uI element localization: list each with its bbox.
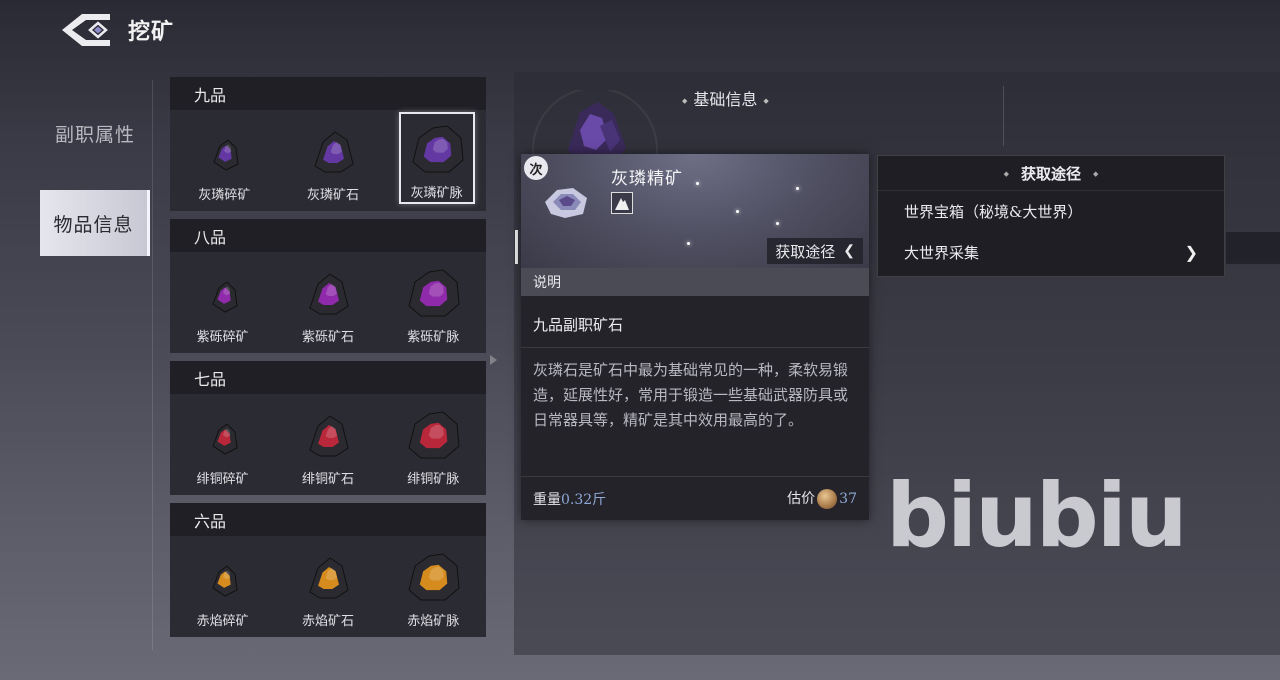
ore-name: 灰璘矿脉 [410,186,463,201]
sparkle [796,187,799,190]
price-info: 估价 37 [787,488,857,509]
ore-item[interactable]: 紫砾矿脉 [390,252,476,353]
ore-item[interactable]: 灰璘矿脉 [398,112,475,204]
ore-item[interactable]: 紫砾碎矿 [180,252,266,353]
ore-icon [408,553,460,601]
ore-name: 紫砾矿石 [301,330,354,345]
coin-icon [817,489,838,509]
ore-icon [212,423,238,455]
back-button[interactable] [60,10,114,50]
grade-header: 六品 [170,503,486,536]
source-row-world-chest[interactable]: 世界宝箱（秘境&大世界） [878,191,1224,232]
basic-info-title: 基础信息 [676,86,775,110]
source-row-world-gathering[interactable]: 大世界采集 ❯ [878,232,1224,273]
item-card-header: 次 灰璘精矿 获取途径 ❮ [521,154,869,268]
back-arrow-icon [62,14,110,46]
ore-item[interactable]: 绯铜矿石 [285,394,371,495]
ore-name: 赤焰矿石 [301,614,354,629]
ore-icon [212,281,238,313]
tab-item-info[interactable]: 物品信息 [40,190,150,256]
ore-icon [408,411,460,459]
grade-header: 九品 [170,77,486,110]
price-value: 37 [839,491,857,507]
ore-icon [212,565,238,597]
grade-items: 紫砾碎矿 紫砾矿石 紫砾矿脉 [170,252,486,353]
grade-header: 七品 [170,361,486,394]
ore-name: 绯铜矿石 [301,472,354,487]
item-name: 灰璘精矿 [611,169,683,189]
scroll-indicator-icon [490,355,497,365]
grade-items: 灰璘碎矿 灰璘矿石 灰璘矿脉 [170,110,486,211]
weight-info: 重量0.32斤 [533,489,606,509]
acquisition-popup: 获取途径 世界宝箱（秘境&大世界） 大世界采集 ❯ [877,155,1225,277]
weight-label: 重量 [533,491,561,508]
grade-section: 八品 紫砾碎矿 紫砾矿石 紫砾矿脉 [170,219,486,353]
ore-item[interactable]: 绯铜矿脉 [390,394,476,495]
ore-item[interactable]: 绯铜碎矿 [180,394,266,495]
header: 挖矿 [60,8,174,52]
ore-name: 赤焰碎矿 [196,614,249,629]
side-divider [152,80,153,650]
ore-item[interactable]: 灰璘碎矿 [181,110,267,211]
ore-name: 紫砾矿脉 [407,330,460,345]
grade-section: 六品 赤焰碎矿 赤焰矿石 赤焰矿脉 [170,503,486,637]
ore-name: 灰璘碎矿 [198,188,251,203]
ore-item[interactable]: 赤焰矿脉 [390,536,476,637]
ore-icon [408,269,460,317]
sparkle [736,210,739,213]
source-label: 大世界采集 [904,244,980,262]
refined-ore-icon [545,188,587,218]
ore-item[interactable]: 紫砾矿石 [285,252,371,353]
item-detail-card: 次 灰璘精矿 获取途径 ❮ 说明 九品副职矿石 灰璘石是矿石中最为基础常见的一种… [521,154,869,520]
grade-section: 九品 灰璘碎矿 灰璘矿石 灰璘矿脉 [170,77,486,211]
grade-items: 绯铜碎矿 绯铜矿石 绯铜矿脉 [170,394,486,495]
description-header: 说明 [521,268,869,296]
source-label: 世界宝箱（秘境&大世界） [904,203,1083,221]
sparkle [687,242,690,245]
item-description: 灰璘石是矿石中最为基础常见的一种，柔软易锻造，延展性好，常用于锻造一些基础武器防… [533,361,849,429]
ore-name: 绯铜矿脉 [407,472,460,487]
ore-name: 灰璘矿石 [306,188,359,203]
price-label: 估价 [787,491,816,507]
grade-items: 赤焰碎矿 赤焰矿石 赤焰矿脉 [170,536,486,637]
selection-marker [515,230,518,264]
sparkle [776,222,779,225]
mining-type-icon [611,192,633,214]
right-stripe [1226,232,1280,264]
weight-value: 0.32斤 [561,491,607,508]
ore-icon [309,273,349,315]
tab-job-attributes[interactable]: 副职属性 [40,100,150,166]
ore-icon [213,139,239,171]
chevron-left-icon: ❮ [843,243,855,259]
acquisition-button[interactable]: 获取途径 ❮ [767,238,863,264]
ore-item[interactable]: 赤焰矿石 [285,536,371,637]
ore-item[interactable]: 灰璘矿石 [290,110,376,211]
ore-icon [314,131,354,173]
grade-section: 七品 绯铜碎矿 绯铜矿石 绯铜矿脉 [170,361,486,495]
page-title: 挖矿 [128,19,175,45]
acquisition-button-label: 获取途径 [775,242,836,261]
ore-item[interactable]: 赤焰碎矿 [180,536,266,637]
ore-icon [412,125,464,173]
right-divider [1003,86,1004,146]
ore-name: 绯铜碎矿 [196,472,249,487]
chevron-right-icon: ❯ [1184,243,1198,262]
ore-name: 赤焰矿脉 [407,614,460,629]
ore-icon [309,415,349,457]
sparkle [696,182,699,185]
ore-icon [309,557,349,599]
acquisition-title: 获取途径 [878,156,1224,191]
watermark: biubiu [886,464,1188,567]
grade-header: 八品 [170,219,486,252]
item-type: 九品副职矿石 [521,296,869,348]
ore-name: 紫砾碎矿 [196,330,249,345]
ore-list[interactable]: 九品 灰璘碎矿 灰璘矿石 灰璘矿脉 八品 紫砾碎矿 紫砾矿石 紫砾矿脉 七品 绯… [170,77,486,653]
card-footer: 重量0.32斤 估价 37 [521,476,869,520]
